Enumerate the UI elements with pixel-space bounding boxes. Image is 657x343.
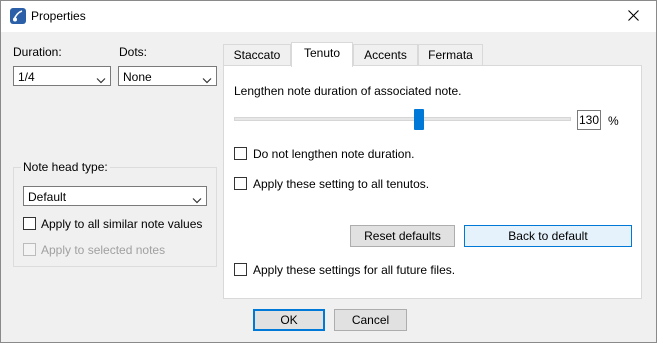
- back-to-default-button[interactable]: Back to default: [464, 225, 632, 247]
- tab-tenuto[interactable]: Tenuto: [291, 42, 353, 67]
- tenuto-slider-track[interactable]: [234, 117, 571, 121]
- tenuto-percent-input[interactable]: 130: [577, 110, 601, 130]
- title-bar: Properties: [1, 1, 656, 32]
- apply-selected-checkbox[interactable]: [23, 243, 36, 256]
- duration-select[interactable]: 1/4: [13, 66, 111, 86]
- close-button[interactable]: [610, 1, 656, 32]
- apply-all-tenutos-label: Apply these setting to all tenutos.: [253, 177, 430, 191]
- apply-all-tenutos-checkbox[interactable]: [234, 177, 247, 190]
- reset-defaults-button[interactable]: Reset defaults: [350, 225, 455, 247]
- future-files-label: Apply these settings for all future file…: [253, 263, 456, 277]
- dots-value: None: [123, 70, 152, 84]
- future-files-checkbox[interactable]: [234, 263, 247, 276]
- note-head-value: Default: [28, 190, 67, 204]
- cancel-button[interactable]: Cancel: [334, 309, 407, 331]
- dont-lengthen-label: Do not lengthen note duration.: [253, 147, 415, 161]
- dont-lengthen-checkbox[interactable]: [234, 147, 247, 160]
- tenuto-description: Lengthen note duration of associated not…: [234, 84, 462, 98]
- note-head-title: Note head type:: [21, 160, 110, 174]
- duration-label: Duration:: [13, 45, 62, 59]
- window-title: Properties: [31, 9, 86, 23]
- ok-button[interactable]: OK: [253, 309, 325, 331]
- chevron-down-icon: [192, 193, 202, 204]
- tab-accents[interactable]: Accents: [353, 44, 418, 65]
- tenuto-slider-thumb[interactable]: [414, 109, 424, 130]
- close-icon: [627, 9, 639, 24]
- duration-value: 1/4: [18, 70, 35, 84]
- chevron-down-icon: [96, 73, 106, 84]
- note-head-select[interactable]: Default: [23, 186, 207, 206]
- tab-fermata[interactable]: Fermata: [418, 44, 483, 65]
- apply-similar-checkbox[interactable]: [23, 217, 36, 230]
- dots-label: Dots:: [119, 45, 148, 59]
- dots-select[interactable]: None: [118, 66, 217, 86]
- apply-selected-label: Apply to selected notes: [41, 243, 166, 257]
- percent-sign: %: [608, 114, 619, 128]
- chevron-down-icon: [202, 73, 212, 84]
- properties-dialog: Properties Duration: 1/4 Dots: None Note…: [0, 0, 657, 343]
- tab-staccato[interactable]: Staccato: [223, 44, 291, 65]
- app-logo-icon: [10, 8, 26, 24]
- apply-similar-label: Apply to all similar note values: [41, 217, 203, 231]
